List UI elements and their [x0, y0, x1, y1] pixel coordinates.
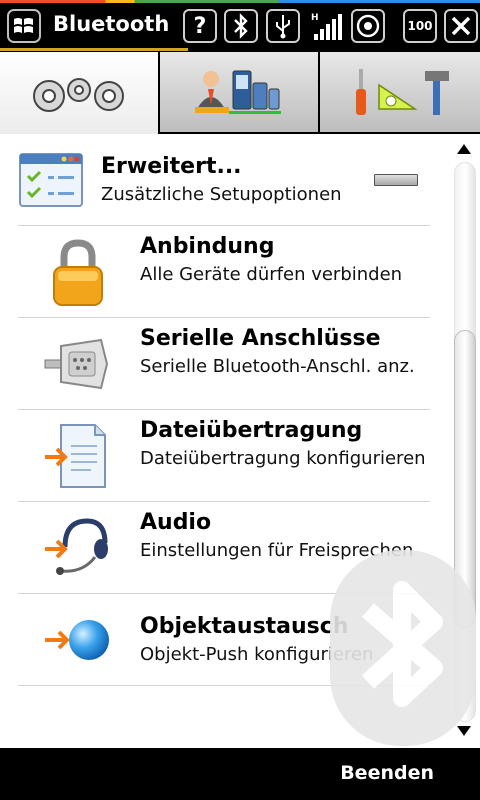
item-title: Erweitert... — [101, 154, 242, 179]
windows-start-icon[interactable] — [7, 9, 41, 43]
headset-icon — [18, 502, 138, 594]
item-desc: Dateiübertragung konfigurieren — [140, 448, 426, 469]
status-bar: Bluetooth ? H 100 — [0, 0, 480, 52]
item-desc: Zusätzliche Setupoptionen — [101, 184, 342, 205]
tab-devices[interactable] — [160, 52, 320, 132]
title-underline — [0, 48, 188, 51]
signal-icon: H — [309, 9, 343, 43]
color-stripe — [0, 0, 480, 3]
scroll-up-icon[interactable] — [457, 144, 471, 154]
item-desc: Alle Geräte dürfen verbinden — [140, 264, 403, 285]
app-title: Bluetooth — [53, 12, 170, 36]
list-item-object-push[interactable]: Objektaustausch Objekt-Push konfiguriere… — [18, 594, 430, 686]
gears-icon — [33, 78, 124, 112]
item-title: Audio — [140, 510, 212, 535]
advanced-settings-icon — [18, 134, 102, 226]
advanced-toggle[interactable] — [374, 174, 418, 186]
soft-key-bar: Beenden — [0, 748, 480, 800]
list-item-file-transfer[interactable]: Dateiübertragung Dateiübertragung konfig… — [18, 410, 430, 502]
devices-icon — [195, 70, 281, 114]
tab-tools[interactable] — [320, 52, 480, 132]
media-icon[interactable] — [351, 9, 385, 43]
item-desc: Objekt-Push konfigurieren — [140, 644, 374, 665]
scroll-thumb[interactable] — [454, 330, 476, 628]
padlock-icon — [18, 226, 138, 318]
battery-icon[interactable]: 100 — [403, 9, 437, 43]
item-title: Serielle Anschlüsse — [140, 326, 381, 351]
scroll-down-icon[interactable] — [457, 726, 471, 736]
scrollbar[interactable] — [448, 134, 480, 748]
help-icon[interactable]: ? — [183, 9, 217, 43]
usb-icon[interactable] — [266, 9, 300, 43]
tab-bar — [0, 52, 480, 134]
list-item-binding[interactable]: Anbindung Alle Geräte dürfen verbinden — [18, 226, 430, 318]
battery-label: 100 — [407, 19, 433, 33]
serial-port-icon — [18, 318, 138, 410]
file-transfer-icon — [18, 410, 138, 502]
item-title: Anbindung — [140, 234, 275, 259]
bluetooth-icon[interactable] — [224, 9, 258, 43]
tools-icon — [356, 69, 449, 115]
close-icon[interactable] — [444, 9, 478, 43]
item-title: Objektaustausch — [140, 614, 349, 639]
exit-button[interactable]: Beenden — [340, 762, 434, 784]
tab-general[interactable] — [0, 52, 160, 134]
list-item-advanced[interactable]: Erweitert... Zusätzliche Setupoptionen — [18, 134, 430, 226]
list-item-serial-ports[interactable]: Serielle Anschlüsse Serielle Bluetooth-A… — [18, 318, 430, 410]
svg-text:H: H — [311, 13, 319, 23]
item-title: Dateiübertragung — [140, 418, 363, 443]
object-push-icon — [18, 594, 138, 686]
list-item-audio[interactable]: Audio Einstellungen für Freisprechen — [18, 502, 430, 594]
item-desc: Serielle Bluetooth-Anschl. anz. — [140, 356, 415, 377]
item-desc: Einstellungen für Freisprechen — [140, 540, 414, 561]
settings-list: Erweitert... Zusätzliche Setupoptionen A… — [0, 134, 446, 748]
